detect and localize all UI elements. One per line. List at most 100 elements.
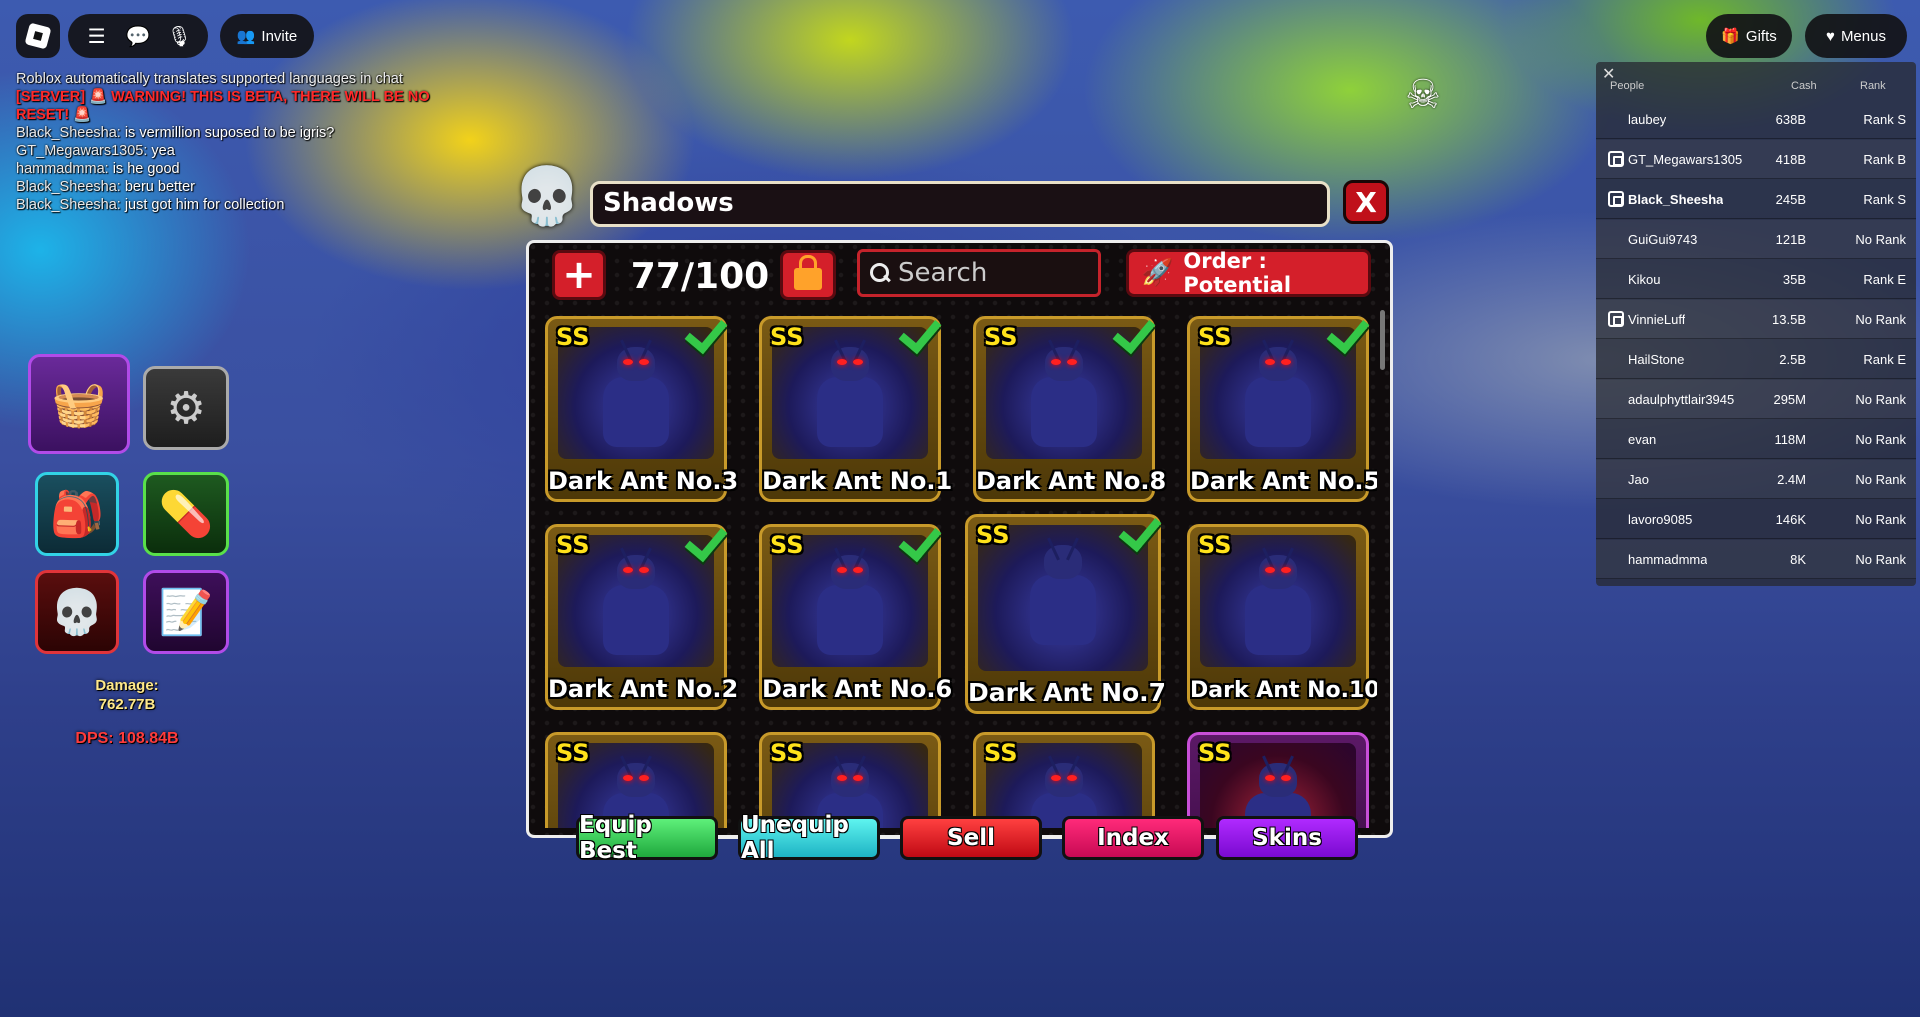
leaderboard-header: People Cash Rank: [1596, 80, 1916, 102]
player-cash: 121B: [1775, 231, 1806, 247]
premium-icon: [1608, 191, 1624, 207]
ant-figure-icon: [1233, 339, 1323, 451]
ant-figure-icon: [1233, 547, 1323, 659]
shadow-name: Dark Ant No.5: [1190, 467, 1377, 495]
leaderboard-row[interactable]: GT_Megawars1305 418B Rank B: [1596, 140, 1916, 179]
menus-label: Menus: [1840, 27, 1886, 45]
player-name: Jao: [1628, 471, 1649, 487]
rocket-icon: 🚀: [1141, 258, 1174, 288]
skull-icon: 💀: [49, 587, 105, 638]
player-cash: 2.4M: [1777, 471, 1806, 487]
player-rank: No Rank: [1855, 391, 1906, 407]
ant-figure-icon: [805, 547, 895, 659]
player-name: Kikou: [1628, 271, 1661, 287]
leaderboard-row[interactable]: laubey 638B Rank S: [1596, 100, 1916, 139]
menus-button[interactable]: ♥ Menus: [1805, 14, 1907, 58]
player-cash: 295M: [1773, 391, 1806, 407]
leaderboard-row[interactable]: GuiGui9743 121B No Rank: [1596, 220, 1916, 259]
button-divider: [1204, 836, 1216, 839]
shadow-card[interactable]: SS Dark Ant No.8: [973, 316, 1167, 502]
roblox-menu-button[interactable]: [16, 14, 60, 58]
leaderboard-row[interactable]: Jao 2.4M No Rank: [1596, 460, 1916, 499]
player-name: laubey: [1628, 111, 1667, 127]
shadow-card[interactable]: SS Dark Ant No.2: [545, 524, 738, 710]
player-rank: Rank E: [1863, 271, 1906, 287]
player-name: HailStone: [1628, 351, 1685, 367]
gifts-label: Gifts: [1745, 27, 1777, 45]
search-input[interactable]: [898, 258, 1078, 288]
index-button[interactable]: Index: [1062, 816, 1204, 860]
shadow-name: Dark Ant No.8: [976, 467, 1167, 495]
dps-stat: DPS: 108.84B: [75, 730, 179, 747]
leaderboard-row[interactable]: HailStone 2.5B Rank E: [1596, 340, 1916, 379]
lock-button[interactable]: [780, 250, 836, 300]
player-name: GuiGui9743: [1628, 231, 1698, 247]
rarity-badge: SS: [770, 531, 804, 559]
player-cash: 118M: [1774, 431, 1806, 447]
shadow-card[interactable]: SS: [1187, 732, 1369, 828]
leaderboard-row[interactable]: Kikou 35B Rank E: [1596, 260, 1916, 299]
add-slots-button[interactable]: +: [552, 250, 606, 300]
player-rank: Rank S: [1863, 191, 1906, 207]
microphone-icon[interactable]: 🎙: [165, 22, 193, 50]
shadow-card[interactable]: SS Dark Ant No.6: [759, 524, 952, 710]
equip-best-button[interactable]: Equip Best: [576, 812, 718, 864]
player-cash: 146K: [1775, 511, 1806, 527]
notes-button[interactable]: 📝: [143, 570, 229, 654]
button-divider: [880, 836, 900, 839]
close-button[interactable]: X: [1343, 180, 1389, 224]
shadow-card[interactable]: SS Dark Ant No.10: [1187, 524, 1377, 710]
equipped-check-icon: [1328, 316, 1372, 347]
shadow-card[interactable]: SS Dark Ant No.1: [759, 316, 952, 502]
chat-system-line: Roblox automatically translates supporte…: [16, 71, 403, 87]
food-basket-button[interactable]: 🧺: [28, 354, 130, 454]
chat-author: Black_Sheesha:: [16, 197, 121, 213]
rarity-badge: SS: [556, 739, 590, 767]
hamburger-menu-icon[interactable]: ☰: [83, 22, 111, 50]
backpack-icon: 🎒: [49, 489, 105, 540]
leaderboard-row[interactable]: Black_Sheesha 245B Rank S: [1596, 180, 1916, 219]
damage-value: 762.77B: [98, 696, 156, 713]
lock-icon: [794, 255, 822, 290]
shadow-card[interactable]: SS: [973, 732, 1155, 828]
backpack-button[interactable]: 🎒: [35, 472, 119, 556]
leaderboard-row[interactable]: evan 118M No Rank: [1596, 420, 1916, 459]
shadow-card[interactable]: SS Dark Ant No.7: [965, 514, 1166, 714]
shadow-card[interactable]: SS Dark Ant No.3: [545, 316, 738, 502]
potion-tube-button[interactable]: 💊: [143, 472, 229, 556]
rarity-badge: SS: [1198, 323, 1232, 351]
damage-stat: Damage: 762.77B: [70, 676, 184, 714]
rarity-badge: SS: [1198, 739, 1232, 767]
gear-icon: ⚙: [166, 382, 206, 434]
leaderboard-row[interactable]: adaulphyttlair3945 295M No Rank: [1596, 380, 1916, 419]
settings-button[interactable]: ⚙: [143, 366, 229, 450]
button-divider: [1042, 836, 1062, 839]
player-cash: 418B: [1775, 151, 1806, 167]
notepad-icon: 📝: [158, 587, 214, 638]
gifts-button[interactable]: 🎁 Gifts: [1706, 14, 1792, 58]
ant-figure-icon: [805, 339, 895, 451]
toolbar-pill: ☰ 💬 🎙: [68, 14, 208, 58]
skins-button[interactable]: Skins: [1216, 816, 1358, 860]
leaderboard-row[interactable]: lavoro9085 146K No Rank: [1596, 500, 1916, 539]
player-cash: 245B: [1775, 191, 1806, 207]
sell-button[interactable]: Sell: [900, 816, 1042, 860]
unequip-all-button[interactable]: Unequip All: [738, 812, 880, 864]
leaderboard-row[interactable]: hammadmma 8K No Rank: [1596, 540, 1916, 579]
player-rank: No Rank: [1855, 311, 1906, 327]
search-box[interactable]: [857, 249, 1101, 297]
shadows-button[interactable]: 💀: [35, 570, 119, 654]
chat-icon[interactable]: 💬: [124, 22, 152, 50]
shadow-card[interactable]: SS Dark Ant No.5: [1187, 316, 1377, 502]
order-button[interactable]: 🚀 Order : Potential: [1126, 249, 1371, 297]
player-rank: No Rank: [1855, 511, 1906, 527]
ant-figure-icon: [1018, 537, 1108, 649]
chat-text: just got him for collection: [124, 197, 285, 213]
invite-button[interactable]: 👥 Invite: [220, 14, 314, 58]
grid-scrollbar[interactable]: [1380, 310, 1385, 370]
rarity-badge: SS: [770, 739, 804, 767]
leaderboard-row[interactable]: VinnieLuff 13.5B No Rank: [1596, 300, 1916, 339]
gift-icon: 🎁: [1721, 28, 1740, 45]
rarity-badge: SS: [770, 323, 804, 351]
player-rank: No Rank: [1855, 551, 1906, 567]
